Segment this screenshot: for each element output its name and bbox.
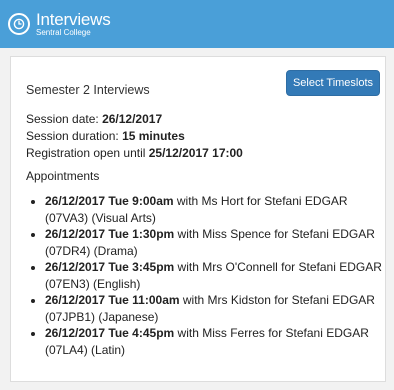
appointments-heading: Appointments [26, 169, 100, 183]
app-subtitle: Sentral College [36, 28, 91, 37]
list-item: 26/12/2017 Tue 1:30pm with Miss Spence f… [45, 226, 390, 259]
session-duration: Session duration: 15 minutes [26, 128, 243, 145]
list-item: 26/12/2017 Tue 9:00am with Ms Hort for S… [45, 193, 390, 226]
session-date: Session date: 26/12/2017 [26, 111, 243, 128]
appointment-time: 26/12/2017 Tue 11:00am [45, 293, 180, 307]
select-timeslots-button[interactable]: Select Timeslots [286, 70, 380, 96]
header-titles: Interviews Sentral College [36, 11, 111, 37]
session-info: Session date: 26/12/2017 Session duratio… [26, 111, 243, 162]
appointments-list: 26/12/2017 Tue 9:00am with Ms Hort for S… [32, 193, 390, 358]
session-date-label: Session date: [26, 112, 103, 126]
appointment-time: 26/12/2017 Tue 3:45pm [45, 260, 175, 274]
clock-icon[interactable] [8, 13, 30, 35]
list-item: 26/12/2017 Tue 3:45pm with Mrs O'Connell… [45, 259, 390, 292]
session-duration-value: 15 minutes [122, 129, 185, 143]
appointment-time: 26/12/2017 Tue 4:45pm [45, 326, 175, 340]
appointment-time: 26/12/2017 Tue 1:30pm [45, 227, 175, 241]
interviews-panel: Semester 2 Interviews Select Timeslots S… [10, 56, 386, 382]
app-header: Interviews Sentral College [0, 0, 394, 48]
session-duration-label: Session duration: [26, 129, 123, 143]
registration-value: 25/12/2017 17:00 [148, 146, 243, 160]
app-title[interactable]: Interviews [36, 11, 111, 28]
registration-label: Registration open until [26, 146, 149, 160]
clock-icon-glyph [13, 18, 25, 30]
registration-deadline: Registration open until 25/12/2017 17:00 [26, 145, 243, 162]
list-item: 26/12/2017 Tue 11:00am with Mrs Kidston … [45, 292, 390, 325]
appointment-time: 26/12/2017 Tue 9:00am [45, 194, 174, 208]
session-date-value: 26/12/2017 [102, 112, 163, 126]
list-item: 26/12/2017 Tue 4:45pm with Miss Ferres f… [45, 325, 390, 358]
panel-title: Semester 2 Interviews [26, 83, 150, 97]
